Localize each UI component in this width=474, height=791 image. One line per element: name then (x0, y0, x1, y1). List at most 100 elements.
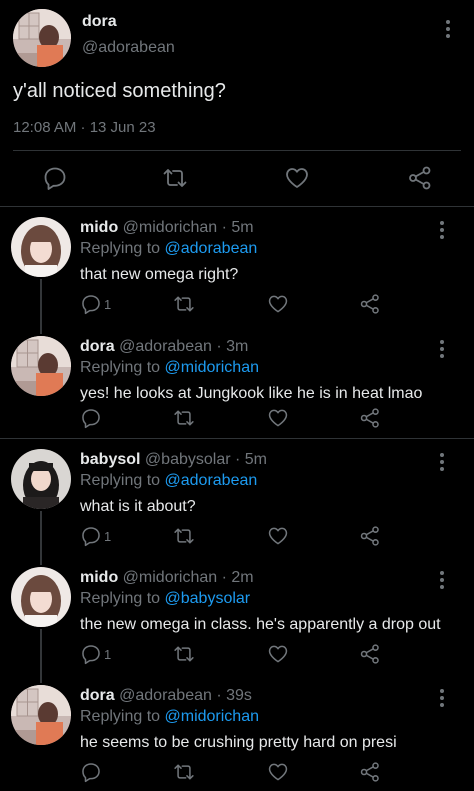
reply-icon[interactable]: 1 (80, 293, 111, 315)
avatar[interactable] (11, 567, 71, 627)
separator-dot: · (217, 219, 232, 236)
reply-header: mido @midorichan · 2m (80, 569, 254, 587)
separator-dot: · (211, 687, 227, 704)
reply-icon[interactable]: 1 (80, 525, 111, 547)
reply-count: 1 (104, 528, 112, 544)
reply-tweet[interactable]: dora @adorabean · 39s Replying to @midor… (0, 675, 474, 791)
reply-text: what is it about? (80, 498, 196, 515)
reply-count: 1 (104, 646, 112, 662)
avatar[interactable] (11, 685, 71, 745)
reply-header: dora @adorabean · 3m (80, 338, 248, 356)
reply-header: dora @adorabean · 39s (80, 687, 252, 705)
author-name[interactable]: dora (80, 338, 115, 355)
like-icon[interactable] (267, 761, 289, 783)
like-icon[interactable] (284, 165, 310, 191)
author-name[interactable]: mido (80, 569, 118, 586)
thread-line (40, 557, 42, 565)
reply-icon[interactable] (80, 761, 102, 783)
reply-icon[interactable] (42, 165, 68, 191)
replying-to-label: Replying to (80, 590, 161, 607)
reply-text: he seems to be crushing pretty hard on p… (80, 734, 397, 751)
more-options-icon[interactable] (434, 687, 450, 709)
reply-tweet[interactable]: babysol @babysolar · 5m Replying to @ado… (0, 439, 474, 557)
like-icon[interactable] (267, 525, 289, 547)
more-options-icon[interactable] (434, 338, 450, 360)
reply-time[interactable]: 3m (226, 338, 248, 355)
thread-line (40, 326, 42, 334)
author-handle[interactable]: @midorichan (123, 219, 218, 236)
tweet-timestamp[interactable]: 12:08 AM · 13 Jun 23 (13, 119, 156, 136)
reply-header: babysol @babysolar · 5m (80, 451, 267, 469)
reply-time[interactable]: 2m (231, 569, 253, 586)
author-name[interactable]: mido (80, 219, 118, 236)
share-icon[interactable] (359, 761, 381, 783)
author-handle[interactable]: @adorabean (82, 39, 175, 57)
separator-dot: · (211, 338, 227, 355)
reply-text: that new omega right? (80, 266, 239, 283)
replying-to-label: Replying to (80, 240, 161, 257)
thread-line (40, 511, 42, 557)
retweet-icon[interactable] (173, 525, 195, 547)
share-icon[interactable] (359, 525, 381, 547)
replying-to-line: Replying to @babysolar (80, 590, 250, 608)
like-icon[interactable] (267, 293, 289, 315)
more-options-icon[interactable] (434, 219, 450, 241)
retweet-icon[interactable] (173, 407, 195, 429)
share-icon[interactable] (407, 165, 433, 191)
avatar[interactable] (11, 336, 71, 396)
reply-icon[interactable] (80, 407, 102, 429)
thread-line (40, 629, 42, 675)
avatar[interactable] (13, 9, 71, 67)
reply-header: mido @midorichan · 5m (80, 219, 254, 237)
thread-line (40, 279, 42, 326)
replying-to-label: Replying to (80, 359, 161, 376)
mention-link[interactable]: @adorabean (165, 472, 258, 489)
replying-to-line: Replying to @adorabean (80, 240, 257, 258)
like-icon[interactable] (267, 643, 289, 665)
main-tweet: dora @adorabean y'all noticed something?… (0, 0, 474, 207)
reply-time[interactable]: 39s (226, 687, 252, 704)
share-icon[interactable] (359, 293, 381, 315)
replying-to-label: Replying to (80, 708, 161, 725)
author-name[interactable]: babysol (80, 451, 140, 468)
more-options-icon[interactable] (434, 451, 450, 473)
reply-tweet[interactable]: mido @midorichan · 2m Replying to @babys… (0, 557, 474, 675)
replying-to-line: Replying to @midorichan (80, 359, 259, 377)
author-handle[interactable]: @adorabean (119, 687, 212, 704)
thread-line (40, 675, 42, 683)
share-icon[interactable] (359, 407, 381, 429)
reply-tweet[interactable]: dora @adorabean · 3m Replying to @midori… (0, 326, 474, 438)
reply-count: 1 (104, 296, 112, 312)
more-options-icon[interactable] (440, 18, 456, 40)
divider (13, 150, 461, 151)
reply-text: the new omega in class. he's apparently … (80, 616, 441, 633)
author-name[interactable]: dora (82, 13, 117, 31)
reply-time[interactable]: 5m (245, 451, 267, 468)
separator-dot: · (217, 569, 232, 586)
reply-tweet[interactable]: mido @midorichan · 5m Replying to @adora… (0, 207, 474, 326)
retweet-icon[interactable] (173, 643, 195, 665)
author-handle[interactable]: @midorichan (123, 569, 218, 586)
author-name[interactable]: dora (80, 687, 115, 704)
avatar[interactable] (11, 449, 71, 509)
like-icon[interactable] (267, 407, 289, 429)
replying-to-line: Replying to @adorabean (80, 472, 257, 490)
mention-link[interactable]: @adorabean (165, 240, 258, 257)
separator-dot: · (230, 451, 245, 468)
reply-time[interactable]: 5m (231, 219, 253, 236)
more-options-icon[interactable] (434, 569, 450, 591)
mention-link[interactable]: @babysolar (165, 590, 251, 607)
retweet-icon[interactable] (173, 293, 195, 315)
reply-text: yes! he looks at Jungkook like he is in … (80, 385, 423, 402)
author-handle[interactable]: @adorabean (119, 338, 212, 355)
author-handle[interactable]: @babysolar (145, 451, 231, 468)
replying-to-label: Replying to (80, 472, 161, 489)
replying-to-line: Replying to @midorichan (80, 708, 259, 726)
share-icon[interactable] (359, 643, 381, 665)
retweet-icon[interactable] (173, 761, 195, 783)
reply-icon[interactable]: 1 (80, 643, 111, 665)
mention-link[interactable]: @midorichan (165, 708, 260, 725)
retweet-icon[interactable] (162, 165, 188, 191)
avatar[interactable] (11, 217, 71, 277)
mention-link[interactable]: @midorichan (165, 359, 260, 376)
